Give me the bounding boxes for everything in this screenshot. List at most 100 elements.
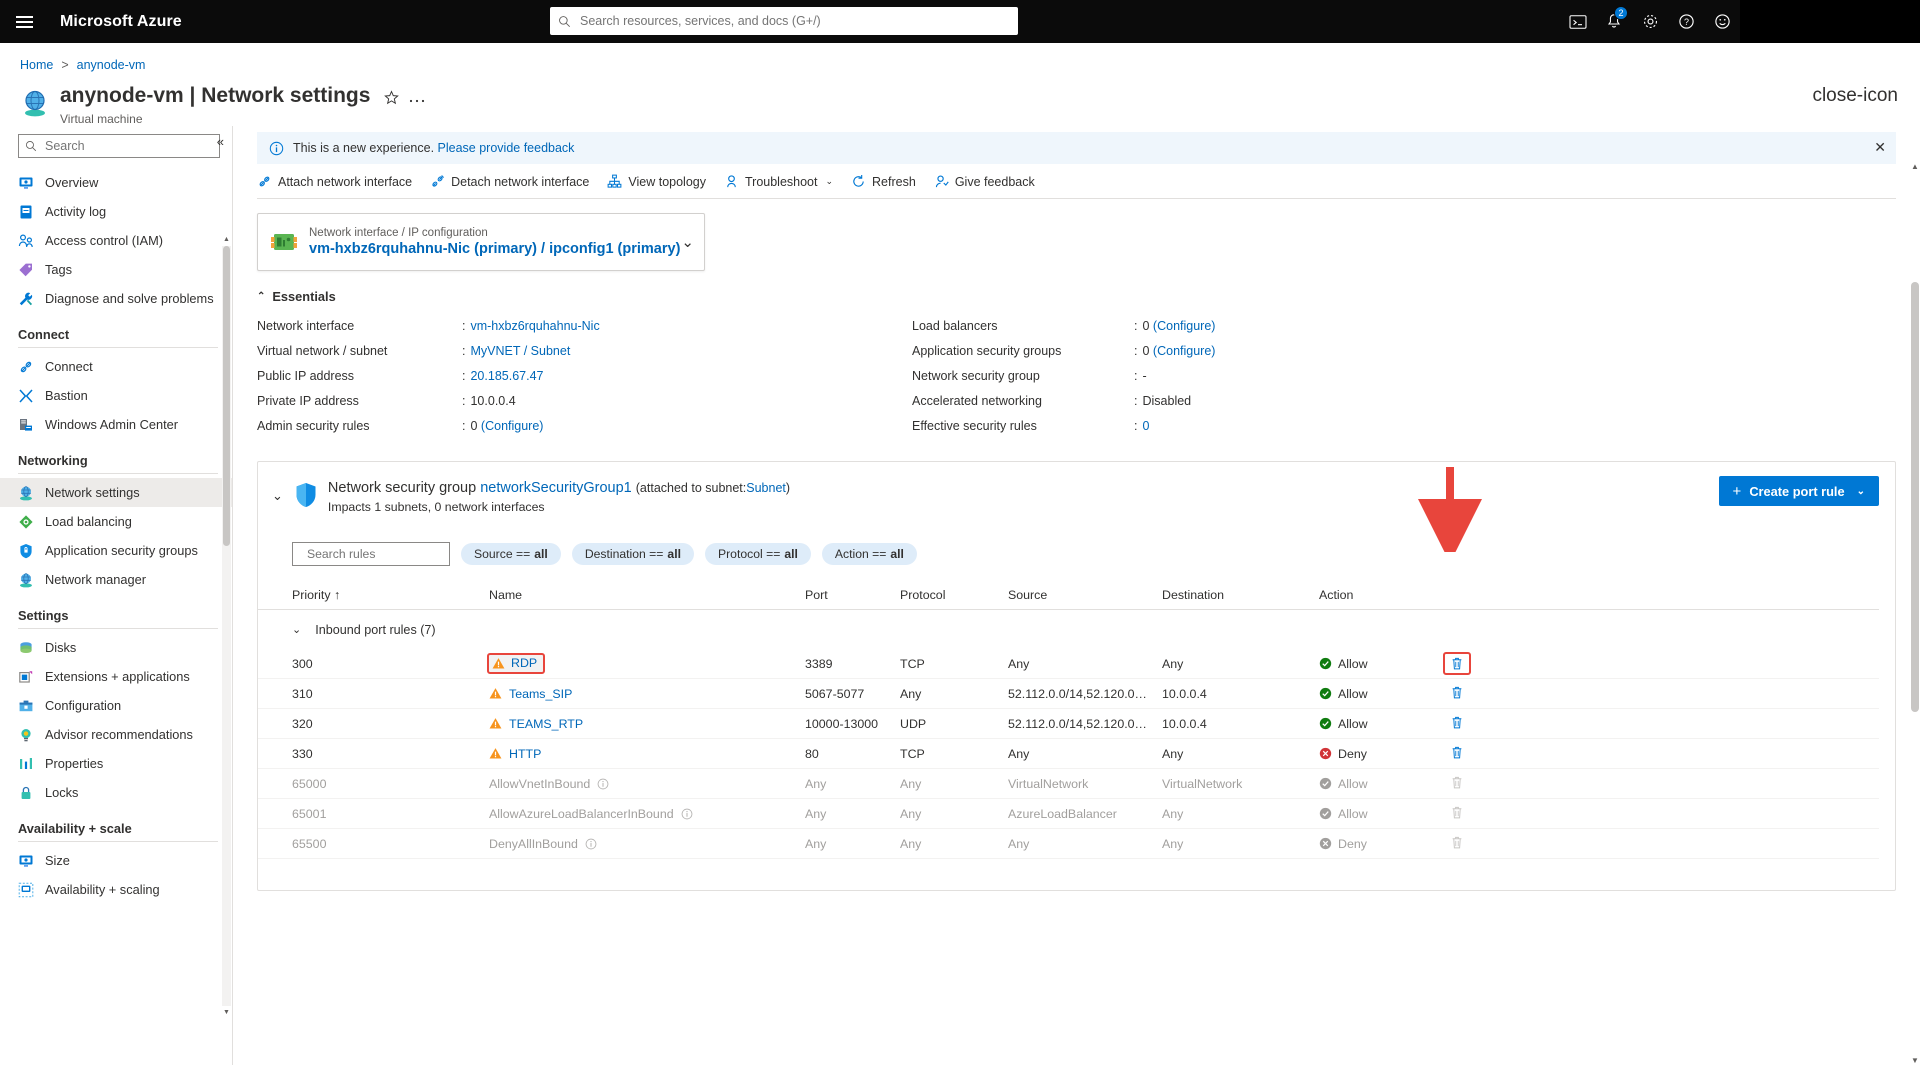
- filter-destination[interactable]: Destination == all: [571, 543, 694, 566]
- scroll-up-arrow-icon[interactable]: ▲: [1910, 162, 1920, 171]
- table-row[interactable]: 300 RDP 3389 TCP Any Any Allow: [258, 649, 1879, 680]
- search-rules-input[interactable]: [305, 546, 467, 563]
- delete-rule-cell[interactable]: [1437, 652, 1477, 676]
- help-question-icon[interactable]: ?: [1668, 0, 1704, 43]
- nsg-name-link[interactable]: networkSecurityGroup1: [480, 480, 632, 496]
- main-scroll-thumb[interactable]: [1911, 282, 1919, 713]
- essentials-toggle[interactable]: ⌃ Essentials: [257, 289, 1920, 304]
- dismiss-notice-icon[interactable]: ✕: [1874, 139, 1886, 156]
- delete-rule-cell[interactable]: [1437, 745, 1477, 763]
- sidebar-item-bastion[interactable]: Bastion: [0, 381, 232, 410]
- sidebar-item-overview[interactable]: Overview: [0, 168, 232, 197]
- delete-icon[interactable]: [1450, 745, 1464, 760]
- filter-action[interactable]: Action == all: [821, 543, 917, 566]
- configure-link[interactable]: (Configure): [481, 419, 544, 433]
- sidebar-item-load-balancing[interactable]: Load balancing: [0, 507, 232, 536]
- sidebar-item-availability-scaling[interactable]: Availability + scaling: [0, 875, 232, 904]
- main-scrollbar[interactable]: ▲ ▼: [1910, 162, 1920, 1066]
- sidebar-item-application-security-groups[interactable]: Application security groups: [0, 536, 232, 565]
- global-search-box[interactable]: [550, 7, 1018, 35]
- chevron-down-icon[interactable]: ⌄: [681, 233, 694, 251]
- nsg-subnet-link[interactable]: Subnet: [746, 481, 786, 495]
- column-header-priority[interactable]: Priority ↑: [292, 588, 489, 602]
- sidebar-item-connect[interactable]: Connect: [0, 352, 232, 381]
- provide-feedback-link[interactable]: Please provide feedback: [438, 141, 575, 155]
- essentials-value[interactable]: : MyVNET / Subnet: [462, 339, 912, 364]
- sidebar-item-network-settings[interactable]: Network settings: [0, 478, 232, 508]
- sidebar-item-diagnose-and-solve-problems[interactable]: Diagnose and solve problems: [0, 284, 232, 313]
- sidebar-search-input[interactable]: [43, 138, 213, 155]
- table-row[interactable]: 330 HTTP 80 TCP Any Any Deny: [258, 739, 1879, 770]
- info-circle-icon[interactable]: [597, 778, 609, 790]
- delete-rule-cell[interactable]: [1437, 775, 1477, 793]
- delete-rule-cell[interactable]: [1437, 685, 1477, 703]
- delete-icon[interactable]: [1450, 775, 1464, 790]
- sidebar-item-tags[interactable]: Tags: [0, 255, 232, 284]
- delete-icon[interactable]: [1450, 805, 1464, 820]
- refresh-button[interactable]: Refresh: [851, 174, 916, 189]
- star-icon[interactable]: [384, 90, 400, 108]
- delete-rule-button[interactable]: [1450, 685, 1464, 703]
- delete-rule-cell[interactable]: [1437, 715, 1477, 733]
- azure-brand-label[interactable]: Microsoft Azure: [60, 13, 182, 31]
- filter-source[interactable]: Source == all: [461, 543, 561, 566]
- rule-name-link[interactable]: RDP: [511, 656, 537, 670]
- column-header-source[interactable]: Source: [1008, 588, 1162, 602]
- sidebar-scroll-thumb[interactable]: [223, 246, 230, 547]
- delete-rule-button[interactable]: [1450, 805, 1464, 823]
- attach-network-interface-button[interactable]: Attach network interface: [257, 174, 412, 189]
- sidebar-item-windows-admin-center[interactable]: Windows Admin Center: [0, 410, 232, 439]
- give-feedback-button[interactable]: Give feedback: [934, 174, 1035, 189]
- essentials-value[interactable]: :0: [1134, 414, 1577, 439]
- filter-protocol[interactable]: Protocol == all: [704, 543, 811, 566]
- settings-gear-icon[interactable]: [1632, 0, 1668, 43]
- delete-rule-cell[interactable]: [1437, 805, 1477, 823]
- delete-rule-button[interactable]: [1450, 715, 1464, 733]
- breadcrumb-current[interactable]: anynode-vm: [77, 58, 146, 72]
- feedback-smiley-icon[interactable]: [1704, 0, 1740, 43]
- highlighted-rule-name[interactable]: RDP: [486, 653, 546, 675]
- essentials-value-link[interactable]: 0: [1142, 419, 1149, 433]
- table-row[interactable]: 310 Teams_SIP 5067-5077 Any 52.112.0.0/14,52…: [258, 679, 1879, 710]
- scroll-up-arrow-icon[interactable]: ▲: [222, 236, 231, 243]
- close-icon[interactable]: close-icon: [1812, 85, 1898, 107]
- troubleshoot-button[interactable]: Troubleshoot ⌄: [724, 174, 833, 189]
- ellipsis-icon[interactable]: [409, 92, 425, 107]
- scroll-down-arrow-icon[interactable]: ▼: [222, 1009, 231, 1016]
- delete-icon[interactable]: [1450, 656, 1464, 671]
- notifications-bell-icon[interactable]: 2: [1596, 0, 1632, 43]
- table-row[interactable]: 65000 AllowVnetInBound Any Any VirtualNetwor…: [258, 769, 1879, 800]
- essentials-value[interactable]: :20.185.67.47: [462, 364, 912, 389]
- sidebar-item-activity-log[interactable]: Activity log: [0, 197, 232, 226]
- sidebar-search-box[interactable]: [18, 134, 220, 159]
- delete-icon[interactable]: [1450, 715, 1464, 730]
- search-rules-box[interactable]: [292, 542, 467, 567]
- sidebar-scrollbar[interactable]: ▲ ▼: [222, 236, 231, 1016]
- column-header-action[interactable]: Action: [1319, 588, 1437, 602]
- essentials-value-link[interactable]: vm-hxbz6rquhahnu-Nic: [470, 319, 599, 333]
- column-header-protocol[interactable]: Protocol: [900, 588, 1008, 602]
- account-area[interactable]: [1740, 0, 1920, 43]
- highlighted-delete-button[interactable]: [1443, 652, 1471, 676]
- configure-link[interactable]: (Configure): [1153, 319, 1216, 333]
- rule-name-link[interactable]: TEAMS_RTP: [509, 717, 583, 731]
- inbound-rules-group-header[interactable]: ⌄ Inbound port rules (7): [258, 610, 1895, 649]
- hamburger-menu-icon[interactable]: [0, 0, 48, 43]
- sidebar-item-extensions-applications[interactable]: Extensions + applications: [0, 662, 232, 691]
- view-topology-button[interactable]: View topology: [607, 174, 706, 189]
- essentials-value-link[interactable]: MyVNET / Subnet: [470, 344, 570, 358]
- delete-rule-button[interactable]: [1450, 775, 1464, 793]
- delete-rule-button[interactable]: [1450, 745, 1464, 763]
- rule-name-link[interactable]: Teams_SIP: [509, 687, 572, 701]
- rule-name-link[interactable]: HTTP: [509, 747, 541, 761]
- collapse-nsg-chevron-icon[interactable]: ⌄: [272, 488, 283, 504]
- chevron-down-icon[interactable]: ⌄: [292, 623, 301, 636]
- essentials-value[interactable]: : vm-hxbz6rquhahnu-Nic: [462, 314, 912, 339]
- column-header-port[interactable]: Port: [805, 588, 900, 602]
- collapse-sidebar-button[interactable]: «: [217, 134, 224, 149]
- sidebar-item-locks[interactable]: Locks: [0, 778, 232, 807]
- sidebar-item-properties[interactable]: Properties: [0, 749, 232, 778]
- sidebar-item-advisor-recommendations[interactable]: Advisor recommendations: [0, 720, 232, 749]
- configure-link[interactable]: (Configure): [1153, 344, 1216, 358]
- table-row[interactable]: 320 TEAMS_RTP 10000-13000 UDP 52.112.0.0/14,…: [258, 709, 1879, 740]
